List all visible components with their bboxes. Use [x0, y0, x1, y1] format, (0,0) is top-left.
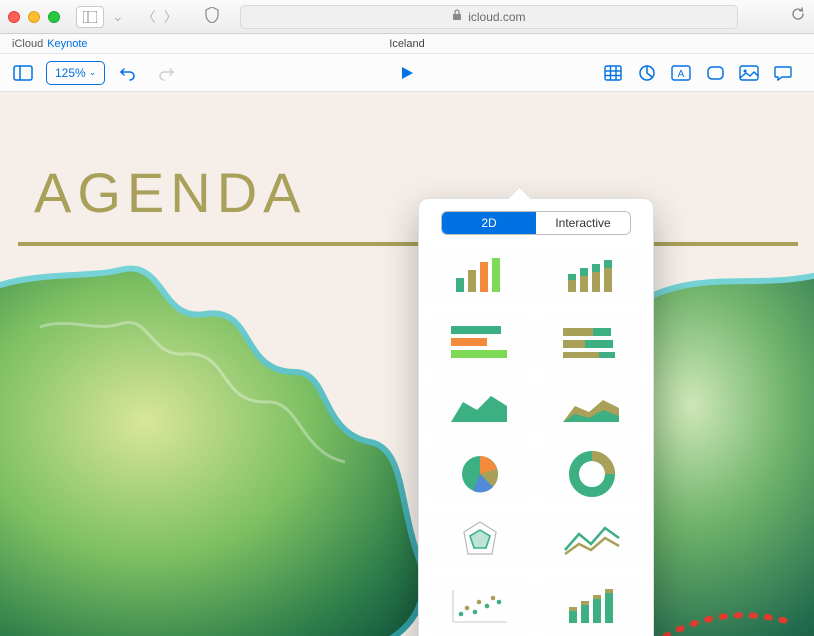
insert-text-icon[interactable]: A: [666, 59, 696, 87]
svg-text:A: A: [678, 69, 685, 80]
address-bar[interactable]: icloud.com: [240, 5, 738, 29]
play-icon[interactable]: [392, 59, 422, 87]
chart-insert-popover: 2D Interactive: [418, 198, 654, 636]
chart-type-bar-3d[interactable]: [541, 577, 643, 635]
chart-type-pie[interactable]: [429, 445, 531, 503]
insert-tools: A: [598, 59, 798, 87]
chart-type-radar[interactable]: [429, 511, 531, 569]
insert-table-icon[interactable]: [598, 59, 628, 87]
chart-type-scatter[interactable]: [429, 577, 531, 635]
slide-heading[interactable]: AGENDA: [34, 160, 307, 225]
dropdown-chevron-icon[interactable]: ⌄: [112, 8, 124, 25]
insert-comment-icon[interactable]: [768, 59, 798, 87]
app-toolbar: 125% ⌄ A: [0, 54, 814, 92]
zoom-value: 125%: [55, 66, 86, 80]
chevron-down-icon: ⌄: [89, 67, 97, 78]
undo-icon[interactable]: [113, 59, 143, 87]
breadcrumb: iCloud Keynote: [12, 38, 88, 50]
breadcrumb-root[interactable]: iCloud: [12, 38, 43, 50]
nav-back-icon[interactable]: 〈: [142, 7, 156, 27]
lock-icon: [452, 9, 462, 24]
sidebar-toggle-icon[interactable]: [76, 6, 104, 28]
address-host: icloud.com: [468, 10, 525, 24]
window-close[interactable]: [8, 11, 20, 23]
document-title: Iceland: [389, 38, 424, 50]
nav-forward-icon[interactable]: 〉: [164, 7, 178, 27]
breadcrumb-app[interactable]: Keynote: [47, 38, 87, 50]
breadcrumb-bar: iCloud Keynote Iceland: [0, 34, 814, 54]
window-minimize[interactable]: [28, 11, 40, 23]
zoom-select[interactable]: 125% ⌄: [46, 61, 105, 85]
slide-canvas[interactable]: AGENDA 2D Interactive: [0, 92, 814, 636]
segment-2d[interactable]: 2D: [442, 212, 536, 234]
chart-type-bar-horizontal-stacked[interactable]: [541, 313, 643, 371]
window-zoom[interactable]: [48, 11, 60, 23]
chart-type-area[interactable]: [429, 379, 531, 437]
privacy-shield-icon[interactable]: [205, 7, 219, 26]
chart-type-bar-vertical[interactable]: [429, 247, 531, 305]
chart-type-donut[interactable]: [541, 445, 643, 503]
chart-type-line-multi[interactable]: [541, 511, 643, 569]
heading-underline: [18, 242, 798, 246]
insert-shape-icon[interactable]: [700, 59, 730, 87]
chart-type-bar-vertical-stacked[interactable]: [541, 247, 643, 305]
reload-icon[interactable]: [790, 6, 806, 27]
sidebar-icon: [83, 11, 97, 23]
browser-titlebar: ⌄ 〈 〉 icloud.com: [0, 0, 814, 34]
segment-interactive[interactable]: Interactive: [536, 212, 630, 234]
insert-image-icon[interactable]: [734, 59, 764, 87]
redo-icon: [151, 59, 181, 87]
chart-type-grid: [429, 247, 643, 636]
chart-type-area-stacked[interactable]: [541, 379, 643, 437]
insert-chart-icon[interactable]: [632, 59, 662, 87]
navigator-toggle-icon[interactable]: [8, 59, 38, 87]
chart-dimension-segment: 2D Interactive: [441, 211, 631, 235]
window-controls: [8, 11, 60, 23]
chart-type-bar-horizontal[interactable]: [429, 313, 531, 371]
